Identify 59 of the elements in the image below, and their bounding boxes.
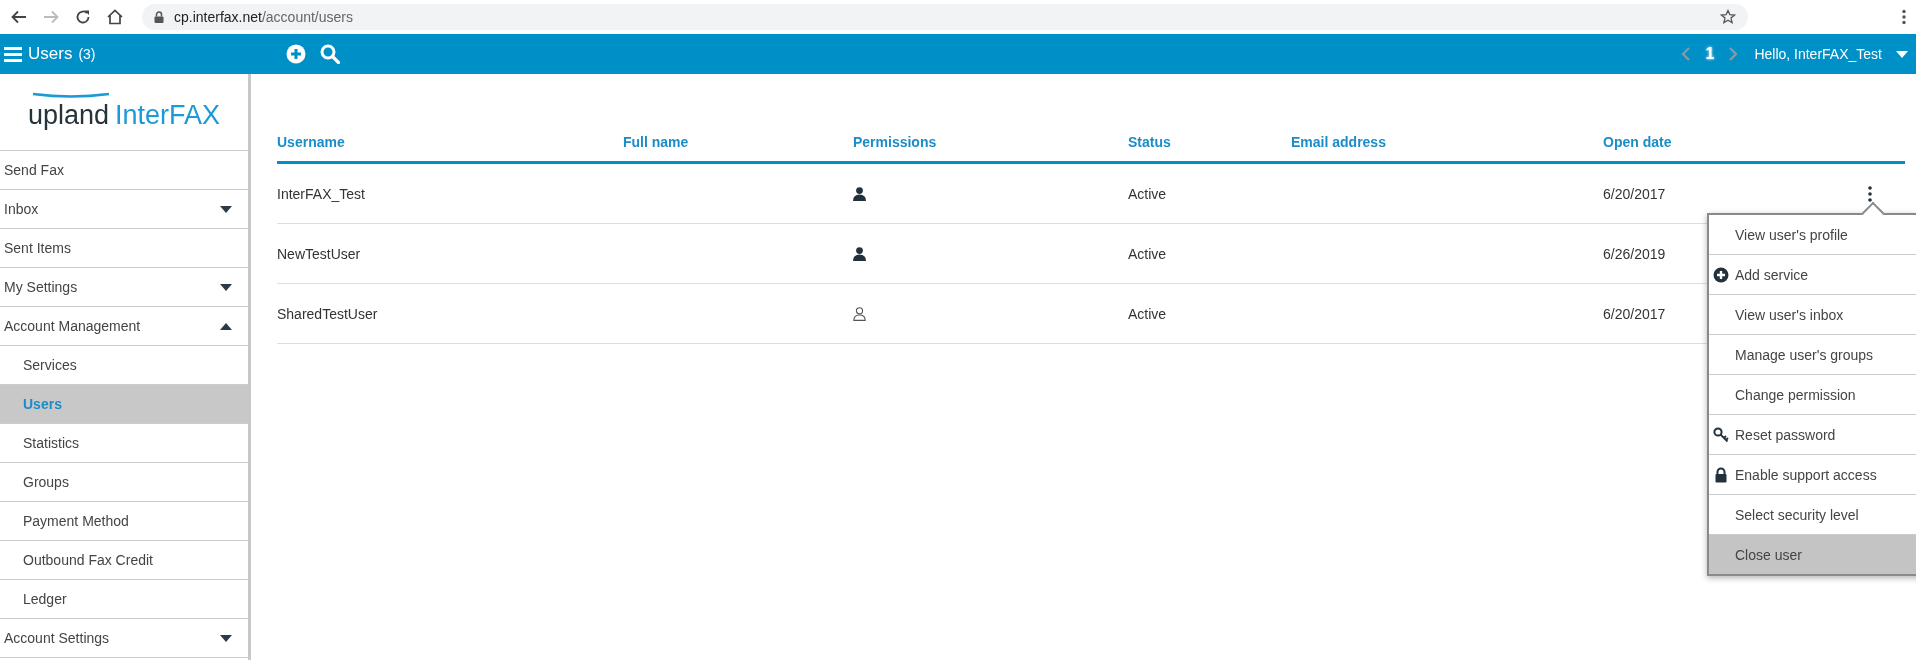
username-cell: InterFAX_Test bbox=[277, 185, 365, 202]
reload-icon[interactable] bbox=[74, 8, 92, 26]
caret-down-icon[interactable] bbox=[1896, 50, 1908, 58]
caret-down-icon bbox=[220, 205, 232, 213]
menu-item[interactable]: Enable support access bbox=[1709, 455, 1916, 495]
upland-interfax-logo: upland InterFAX bbox=[27, 93, 221, 131]
sidebar-item[interactable]: Sent Items bbox=[0, 229, 248, 268]
plus-circle-icon bbox=[1713, 266, 1729, 283]
sidebar-item[interactable]: Send Fax bbox=[0, 151, 248, 190]
status-cell: Active bbox=[1128, 185, 1167, 202]
menu-icon[interactable] bbox=[4, 46, 22, 62]
back-arrow-icon[interactable] bbox=[10, 8, 28, 26]
caret-up-icon bbox=[220, 322, 232, 330]
status-cell: Active bbox=[1128, 245, 1167, 262]
home-icon[interactable] bbox=[106, 8, 124, 26]
sidebar-item[interactable]: Account Settings bbox=[0, 619, 248, 658]
search-icon[interactable] bbox=[320, 44, 340, 64]
sidebar-item[interactable]: Inbox bbox=[0, 190, 248, 229]
menu-item[interactable]: Close user bbox=[1709, 535, 1916, 574]
add-icon[interactable] bbox=[286, 44, 306, 64]
username-cell: SharedTestUser bbox=[277, 305, 378, 322]
column-header[interactable]: Username bbox=[277, 134, 623, 164]
column-header[interactable]: Email address bbox=[1291, 134, 1603, 164]
column-header[interactable]: Permissions bbox=[853, 134, 1128, 164]
menu-item[interactable]: View user's inbox bbox=[1709, 295, 1916, 335]
sidebar-item[interactable]: Account Management bbox=[0, 307, 248, 346]
menu-item[interactable]: Change permission bbox=[1709, 375, 1916, 415]
page-number: 1 bbox=[1705, 45, 1715, 63]
address-bar[interactable]: cp.interfax.net/account/users bbox=[142, 4, 1748, 30]
column-header[interactable]: Full name bbox=[623, 134, 853, 164]
menu-item[interactable]: View user's profile bbox=[1709, 215, 1916, 255]
user-greeting[interactable]: Hello, InterFAX_Test bbox=[1754, 46, 1882, 62]
user-count: (3) bbox=[78, 46, 96, 62]
caret-down-icon bbox=[220, 634, 232, 642]
lock-icon bbox=[1713, 466, 1729, 483]
sidebar-item[interactable]: Outbound Fax Credit bbox=[0, 541, 248, 580]
row-actions-icon[interactable] bbox=[1865, 184, 1875, 203]
column-header[interactable]: Status bbox=[1128, 134, 1291, 164]
menu-item[interactable]: Manage user's groups bbox=[1709, 335, 1916, 375]
date-cell: 6/20/2017 bbox=[1603, 305, 1666, 322]
sidebar-item[interactable]: Groups bbox=[0, 463, 248, 502]
star-icon[interactable] bbox=[1720, 9, 1736, 25]
sidebar-item[interactable]: My Settings bbox=[0, 268, 248, 307]
column-header[interactable]: Open date bbox=[1603, 134, 1865, 164]
status-cell: Active bbox=[1128, 305, 1167, 322]
menu-item[interactable]: Reset password bbox=[1709, 415, 1916, 455]
sidebar-item[interactable]: Payment Method bbox=[0, 502, 248, 541]
sidebar-item[interactable]: Statistics bbox=[0, 424, 248, 463]
more-menu-icon[interactable] bbox=[1902, 9, 1906, 25]
page-title: Users bbox=[28, 44, 73, 64]
lock-icon bbox=[154, 11, 164, 23]
key-icon bbox=[1713, 426, 1729, 443]
date-cell: 6/20/2017 bbox=[1603, 185, 1666, 202]
date-cell: 6/26/2019 bbox=[1603, 245, 1666, 262]
caret-down-icon bbox=[220, 283, 232, 291]
menu-item[interactable]: Add service bbox=[1709, 255, 1916, 295]
sidebar-item[interactable]: Ledger bbox=[0, 580, 248, 619]
url-text: cp.interfax.net/account/users bbox=[174, 9, 354, 25]
username-cell: NewTestUser bbox=[277, 245, 361, 262]
